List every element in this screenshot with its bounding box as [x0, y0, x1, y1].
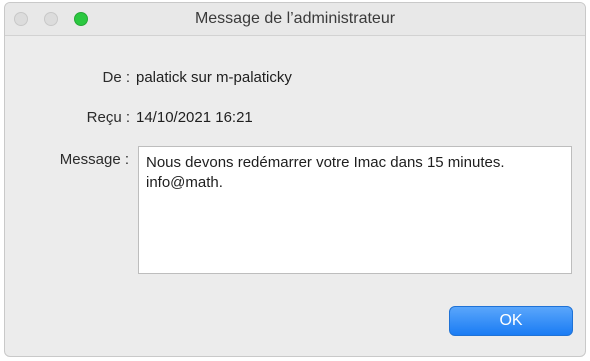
title-bar[interactable]: Message de l’administrateur	[5, 3, 585, 36]
admin-message-dialog: Message de l’administrateur De : palatic…	[4, 2, 586, 357]
ok-button[interactable]: OK	[449, 306, 573, 336]
from-label: De :	[102, 69, 130, 86]
received-label: Reçu :	[86, 109, 130, 126]
message-text-area[interactable]: Nous devons redémarrer votre Imac dans 1…	[138, 146, 572, 274]
window-title: Message de l’administrateur	[194, 10, 396, 27]
from-value: palatick sur m-palaticky	[136, 69, 292, 86]
message-label: Message :	[59, 151, 129, 168]
received-value: 14/10/2021 16:21	[136, 109, 253, 126]
